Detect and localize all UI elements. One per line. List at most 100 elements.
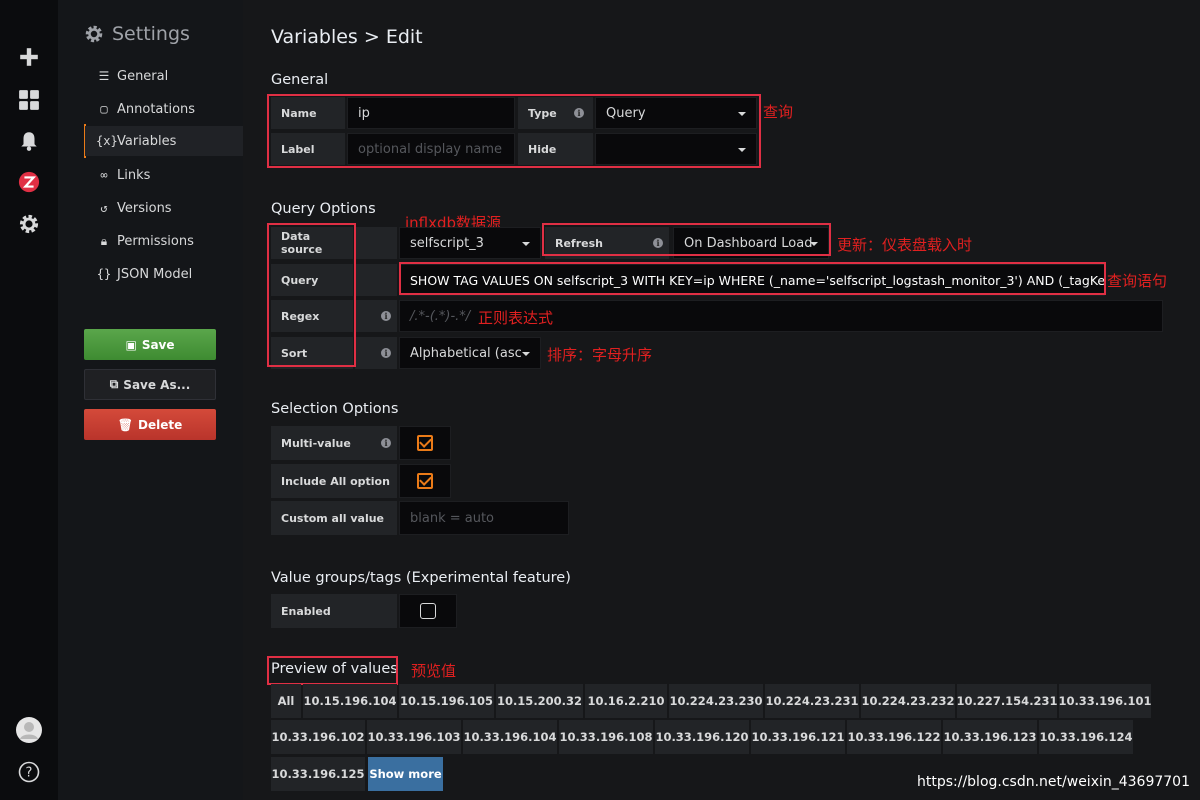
annotation-box-query xyxy=(399,262,1106,295)
preview-value-chip: 10.33.196.104 xyxy=(463,720,557,754)
main-content: Variables > Edit General Name ip Type i … xyxy=(243,0,1200,800)
preview-value-chip: 10.224.23.231 xyxy=(765,684,859,718)
preview-value-chip: 10.15.196.105 xyxy=(399,684,494,718)
z-logo-icon[interactable] xyxy=(17,170,41,194)
user-avatar-icon[interactable] xyxy=(16,717,42,743)
sidebar-item-links[interactable]: ∞ Links xyxy=(96,160,254,190)
save-as-button[interactable]: ⧉ Save As... xyxy=(84,369,216,400)
preview-value-chip: 10.33.196.123 xyxy=(943,720,1037,754)
preview-value-chip: 10.33.196.121 xyxy=(751,720,845,754)
preview-value-chip: 10.227.154.231 xyxy=(956,684,1058,718)
checkbox-checked-icon xyxy=(417,435,433,451)
sidebar-item-label: Permissions xyxy=(117,233,194,249)
annotation-box-preview xyxy=(267,656,398,685)
sidebar-item-label: Links xyxy=(117,167,151,183)
watermark: https://blog.csdn.net/weixin_43697701 xyxy=(916,774,1190,790)
preview-value-chip: 10.33.196.124 xyxy=(1039,720,1133,754)
history-icon: ↺ xyxy=(100,201,108,215)
multi-value-checkbox[interactable] xyxy=(399,426,451,460)
annotation-refresh-note: 更新：仪表盘载入时 xyxy=(837,236,973,254)
checkbox-checked-icon xyxy=(417,473,433,489)
sidebar-item-annotations[interactable]: ▢ Annotations xyxy=(96,94,254,124)
show-more-button[interactable]: Show more xyxy=(368,757,443,791)
bell-icon[interactable] xyxy=(17,129,41,153)
multi-value-label: Multi-value xyxy=(271,426,397,460)
preview-value-chip: 10.33.196.120 xyxy=(655,720,749,754)
preview-value-chip: 10.33.196.102 xyxy=(271,720,365,754)
info-icon[interactable]: i xyxy=(381,348,391,358)
settings-title: Settings xyxy=(84,23,190,45)
settings-sidebar: Settings ☰ General ▢ Annotations {x} Variab… xyxy=(58,0,243,800)
enabled-label: Enabled xyxy=(271,594,397,628)
selection-options-heading: Selection Options xyxy=(271,401,399,417)
sidebar-item-permissions[interactable]: 🔒︎ Permissions xyxy=(96,226,254,256)
checkbox-unchecked-icon xyxy=(420,603,436,619)
preview-value-chip: 10.33.196.125 xyxy=(271,757,365,791)
copy-icon: ⧉ xyxy=(109,377,119,391)
preview-value-chip: 10.33.196.103 xyxy=(367,720,461,754)
sidebar-item-json-model[interactable]: {} JSON Model xyxy=(96,259,254,289)
value-groups-heading: Value groups/tags (Experimental feature) xyxy=(271,570,571,586)
sidebar-item-label: Versions xyxy=(117,200,172,216)
page-title: Variables > Edit xyxy=(271,26,423,48)
icon-rail: ? xyxy=(0,0,58,800)
link-icon: ∞ xyxy=(100,168,108,182)
sliders-icon: ☰ xyxy=(98,69,110,83)
query-options-heading: Query Options xyxy=(271,201,376,217)
enabled-checkbox[interactable] xyxy=(399,594,457,628)
preview-value-chip: 10.16.2.210 xyxy=(585,684,667,718)
annotation-regex-note: 正则表达式 xyxy=(478,309,554,327)
annotation-box-labels xyxy=(267,223,356,367)
annotation-type-note: 查询 xyxy=(763,103,794,121)
preview-value-chip: 10.224.23.232 xyxy=(861,684,955,718)
datasource-select[interactable]: selfscript_3 xyxy=(399,227,541,259)
delete-button-label: Delete xyxy=(138,417,183,432)
save-button-label: Save xyxy=(141,337,175,352)
preview-value-chip: 10.33.196.122 xyxy=(847,720,941,754)
sort-select[interactable]: Alphabetical (asc xyxy=(399,337,541,369)
annotation-query-note: 查询语句 xyxy=(1107,272,1168,290)
sidebar-item-label: Variables xyxy=(117,133,177,149)
trash-icon: 🗑︎ xyxy=(117,417,133,432)
save-button[interactable]: ▣ Save xyxy=(84,329,216,360)
settings-gear-icon xyxy=(85,25,103,43)
annotation-box-refresh xyxy=(542,223,831,256)
info-icon[interactable]: i xyxy=(381,438,391,448)
datasource-spacer xyxy=(355,227,397,259)
sidebar-item-versions[interactable]: ↺ Versions xyxy=(96,193,254,223)
comment-icon: ▢ xyxy=(100,102,108,116)
preview-value-chip: 10.33.196.108 xyxy=(559,720,653,754)
include-all-checkbox[interactable] xyxy=(399,464,451,498)
plus-icon[interactable] xyxy=(17,45,41,69)
general-heading: General xyxy=(271,72,329,88)
save-as-button-label: Save As... xyxy=(123,377,191,392)
annotation-sort-note: 排序：字母升序 xyxy=(547,346,653,364)
sidebar-item-variables[interactable]: {x} Variables xyxy=(85,126,243,156)
variable-icon: {x} xyxy=(96,134,118,148)
dashboards-icon[interactable] xyxy=(17,88,41,112)
custom-all-label: Custom all value xyxy=(271,501,397,535)
help-icon[interactable]: ? xyxy=(17,760,41,784)
settings-title-text: Settings xyxy=(112,23,190,45)
include-all-label: Include All option xyxy=(271,464,397,498)
lock-icon: 🔒︎ xyxy=(100,233,108,248)
info-icon[interactable]: i xyxy=(381,311,391,321)
sidebar-item-label: Annotations xyxy=(117,101,196,117)
custom-all-input[interactable]: blank = auto xyxy=(399,501,569,535)
preview-value-chip: 10.15.200.32 xyxy=(496,684,583,718)
annotation-box-general xyxy=(267,94,761,168)
query-spacer xyxy=(355,264,397,296)
braces-icon: {} xyxy=(96,267,112,281)
sidebar-item-label: JSON Model xyxy=(117,266,193,282)
sidebar-item-general[interactable]: ☰ General xyxy=(96,61,254,91)
preview-value-chip: 10.15.196.104 xyxy=(303,684,397,718)
annotation-preview-note: 预览值 xyxy=(411,662,457,680)
sidebar-item-label: General xyxy=(117,68,169,84)
gear-icon[interactable] xyxy=(17,212,41,236)
save-icon: ▣ xyxy=(125,337,137,352)
svg-text:?: ? xyxy=(26,766,33,781)
preview-value-chip: 10.33.196.101 xyxy=(1058,684,1152,718)
preview-value-chip: 10.224.23.230 xyxy=(669,684,763,718)
preview-value-chip: All xyxy=(271,684,301,718)
delete-button[interactable]: 🗑︎ Delete xyxy=(84,409,216,440)
